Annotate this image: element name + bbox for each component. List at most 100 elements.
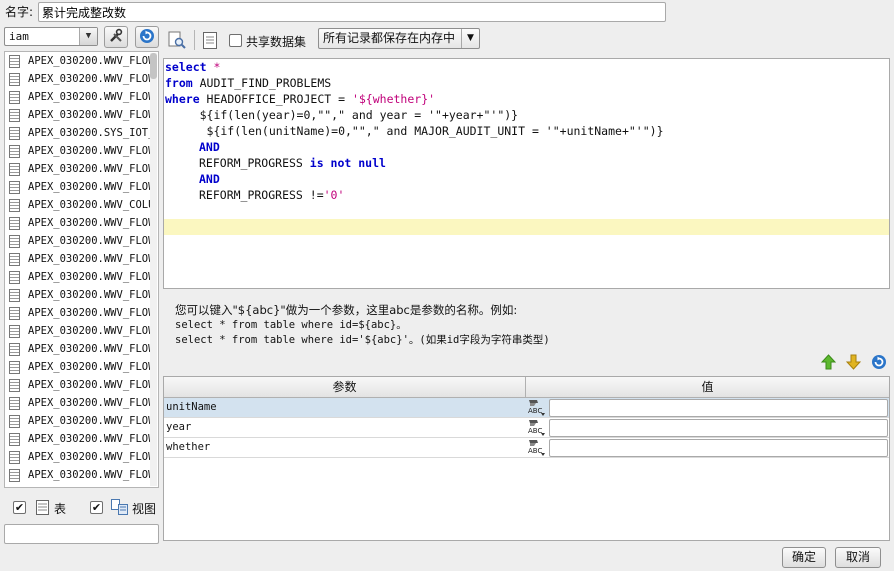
table-icon (9, 270, 20, 284)
table-list-item[interactable]: APEX_030200.WWV_FLOW_ (5, 178, 151, 196)
param-name: whether (166, 441, 211, 453)
table-icon (9, 72, 20, 86)
share-dataset-checkbox[interactable] (229, 34, 242, 47)
table-icon (9, 306, 20, 320)
table-icon (9, 450, 20, 464)
table-list-item[interactable]: APEX_030200.WWV_FLOW_ (5, 340, 151, 358)
tools-icon (108, 28, 124, 47)
table-icon (9, 144, 20, 158)
table-name: APEX_030200.WWV_COLUM (28, 199, 151, 211)
table-checkbox[interactable]: ✔ (13, 501, 26, 514)
view-checkbox[interactable]: ✔ (90, 501, 103, 514)
table-icon (9, 108, 20, 122)
chevron-down-icon: ▼ (79, 28, 97, 45)
view-icon (111, 499, 129, 519)
table-checkbox-label: 表 (54, 502, 67, 516)
table-icon (9, 90, 20, 104)
view-checkbox-label: 视图 (132, 502, 157, 516)
table-icon (9, 468, 20, 482)
table-icon (9, 234, 20, 248)
record-mode-select[interactable]: 所有记录都保存在内存中 ▼ (318, 28, 480, 49)
param-hint-text: 您可以键入"${abc}"做为一个参数，这里abc是参数的名称。例如: (175, 303, 518, 317)
sql-line-4: ${if(len(year)=0,""," and year = '"+year… (165, 108, 519, 122)
table-name: APEX_030200.WWV_FLOW_ (28, 469, 151, 481)
table-name: APEX_030200.WWV_FLOW_ (28, 55, 151, 67)
table-list-item[interactable]: APEX_030200.WWV_FLOW_ (5, 268, 151, 286)
param-row[interactable]: unitName ABC (164, 398, 889, 418)
table-icon (9, 180, 20, 194)
move-up-icon[interactable] (820, 354, 837, 373)
table-list-item[interactable]: APEX_030200.WWV_FLOW_ (5, 142, 151, 160)
table-list-item[interactable]: APEX_030200.WWV_FLOW_ (5, 88, 151, 106)
table-list-item[interactable]: APEX_030200.WWV_FLOW_ (5, 358, 151, 376)
ok-button[interactable]: 确定 (782, 547, 826, 568)
sql-line-7: REFORM_PROGRESS is not null (199, 156, 386, 170)
table-name: APEX_030200.WWV_FLOW_ (28, 109, 151, 121)
record-mode-value: 所有记录都保存在内存中 (323, 31, 456, 45)
param-row[interactable]: whether ABC (164, 438, 889, 458)
refresh-icon (139, 28, 155, 47)
table-icon (9, 198, 20, 212)
current-line-highlight (164, 219, 889, 235)
type-selector-icon[interactable]: ABC (526, 419, 548, 437)
table-list-item[interactable]: APEX_030200.WWV_FLOW_ (5, 430, 151, 448)
table-name: APEX_030200.SYS_IOT_( (28, 127, 151, 139)
table-list-item[interactable]: APEX_030200.WWV_COLUM (5, 196, 151, 214)
table-name: APEX_030200.WWV_FLOW_ (28, 73, 151, 85)
scrollbar[interactable] (150, 53, 157, 486)
scrollbar-thumb[interactable] (150, 53, 157, 79)
table-list-item[interactable]: APEX_030200.WWV_FLOW_ (5, 52, 151, 70)
table-list-item[interactable]: APEX_030200.WWV_FLOW_ (5, 412, 151, 430)
param-value-input[interactable] (549, 399, 888, 417)
param-name: unitName (166, 401, 217, 413)
preview-icon[interactable] (168, 31, 186, 52)
table-name: APEX_030200.WWV_FLOW_ (28, 271, 151, 283)
sql-editor[interactable]: select * from AUDIT_FIND_PROBLEMS where … (163, 58, 890, 289)
param-grid: 参数 值 unitName ABC year ABC whether ABC (163, 376, 890, 541)
refresh-params-icon[interactable] (871, 354, 887, 373)
param-value-input[interactable] (549, 419, 888, 437)
table-list-item[interactable]: APEX_030200.WWV_FLOW_ (5, 304, 151, 322)
edit-connection-button[interactable] (104, 26, 128, 48)
table-list-item[interactable]: APEX_030200.WWV_FLOW_ (5, 106, 151, 124)
table-list-item[interactable]: APEX_030200.WWV_FLOW_ (5, 376, 151, 394)
table-list-item[interactable]: APEX_030200.WWV_FLOW_ (5, 232, 151, 250)
type-selector-icon[interactable]: ABC (526, 439, 548, 457)
move-down-icon[interactable] (845, 354, 862, 373)
table-list-item[interactable]: APEX_030200.WWV_FLOW_ (5, 322, 151, 340)
table-list-item[interactable]: APEX_030200.WWV_FLOW_ (5, 394, 151, 412)
table-list-item[interactable]: APEX_030200.WWV_FLOW_ (5, 250, 151, 268)
dataset-name-input[interactable] (38, 2, 666, 22)
param-name: year (166, 421, 192, 433)
table-name: APEX_030200.WWV_FLOW_ (28, 433, 151, 445)
table-list-item[interactable]: APEX_030200.SYS_IOT_( (5, 124, 151, 142)
chevron-down-icon: ▼ (461, 29, 479, 48)
param-value-input[interactable] (549, 439, 888, 457)
table-icon (9, 216, 20, 230)
table-name: APEX_030200.WWV_FLOW_ (28, 307, 151, 319)
param-row[interactable]: year ABC (164, 418, 889, 438)
table-list-item[interactable]: APEX_030200.WWV_FLOW_ (5, 466, 151, 484)
table-name: APEX_030200.WWV_FLOW_ (28, 415, 151, 427)
table-icon (9, 288, 20, 302)
param-column-header[interactable]: 参数 (164, 377, 526, 398)
table-name: APEX_030200.WWV_FLOW_ (28, 181, 151, 193)
refresh-tables-button[interactable] (135, 26, 159, 48)
value-column-header[interactable]: 值 (526, 377, 889, 398)
table-list-item[interactable]: APEX_030200.WWV_FLOW_ (5, 214, 151, 232)
table-list-item[interactable]: APEX_030200.WWV_FLOW_ (5, 160, 151, 178)
table-icon (9, 342, 20, 356)
sql-line-3: where HEADOFFICE_PROJECT = '${whether}' (165, 92, 436, 106)
param-hint-example-2: select * from table where id='${abc}'。(如… (175, 334, 550, 346)
cancel-button[interactable]: 取消 (835, 547, 881, 568)
document-icon[interactable] (203, 32, 217, 52)
schema-select[interactable]: iam ▼ (4, 27, 98, 46)
table-list[interactable]: APEX_030200.WWV_FLOW_ APEX_030200.WWV_FLO… (4, 51, 159, 488)
table-list-item[interactable]: APEX_030200.WWV_FLOW_ (5, 70, 151, 88)
type-selector-icon[interactable]: ABC (526, 399, 548, 417)
table-filter-input[interactable] (4, 524, 159, 544)
table-list-item[interactable]: APEX_030200.WWV_FLOW_ (5, 448, 151, 466)
table-icon (9, 126, 20, 140)
table-list-item[interactable]: APEX_030200.WWV_FLOW_ (5, 286, 151, 304)
table-name: APEX_030200.WWV_FLOW_ (28, 361, 151, 373)
